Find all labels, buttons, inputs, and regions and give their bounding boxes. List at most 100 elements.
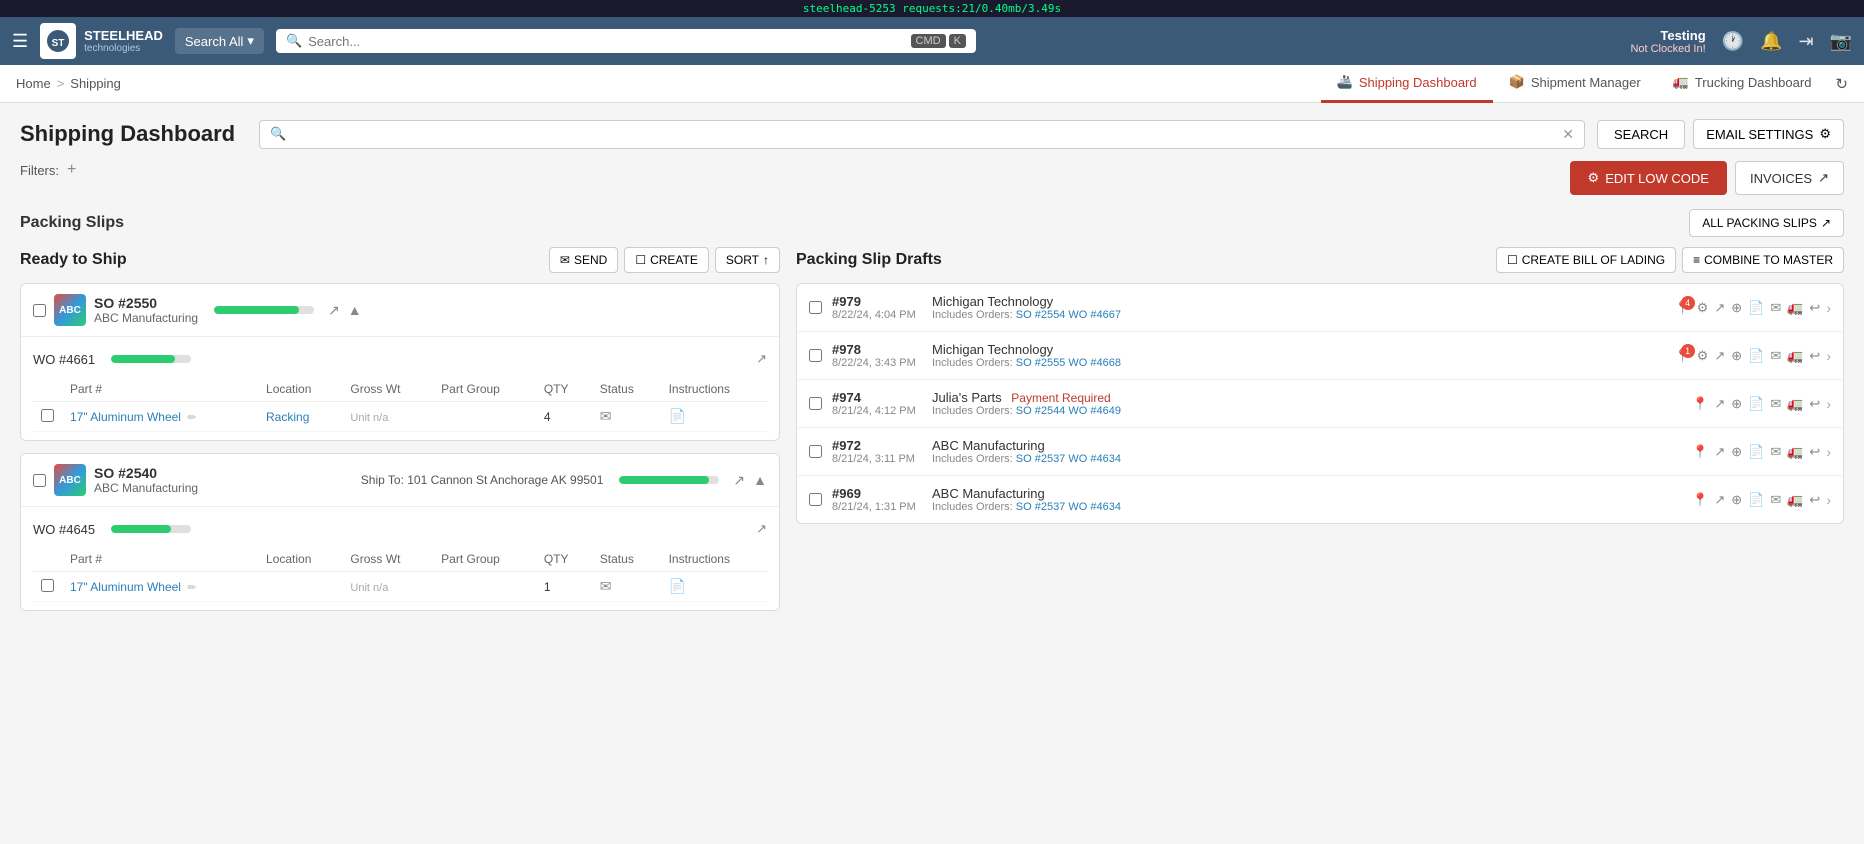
draft-969-truck-icon[interactable]: 🚛 — [1787, 492, 1803, 508]
draft-974-add-icon[interactable]: ⊕ — [1731, 396, 1742, 412]
clock-icon[interactable]: 🕐 — [1722, 31, 1744, 52]
draft-979-wo-link[interactable]: WO #4667 — [1068, 309, 1121, 321]
header-search-clear-button[interactable]: ✕ — [1562, 126, 1574, 143]
slip-2550-external-link[interactable]: ↗ — [328, 302, 340, 319]
draft-972-doc-icon[interactable]: 📄 — [1748, 444, 1764, 460]
search-all-button[interactable]: Search All ▾ — [175, 28, 264, 54]
draft-979-chevron[interactable]: › — [1826, 300, 1831, 316]
slip-2540-external-link[interactable]: ↗ — [733, 472, 745, 489]
draft-979-add-icon[interactable]: ⊕ — [1731, 300, 1742, 316]
draft-978-wo-link[interactable]: WO #4668 — [1068, 357, 1121, 369]
send-button[interactable]: ✉ SEND — [549, 247, 618, 273]
draft-974-wo-link[interactable]: WO #4649 — [1068, 405, 1121, 417]
wo-4645-external-link[interactable]: ↗ — [756, 521, 767, 537]
global-search-input[interactable] — [308, 34, 904, 49]
add-filter-button[interactable]: + — [67, 161, 76, 179]
create-bill-of-lading-button[interactable]: ☐ CREATE BILL OF LADING — [1496, 247, 1676, 273]
draft-979-filter-icon[interactable]: ⚙ — [1697, 300, 1709, 316]
draft-972-external-icon[interactable]: ↗ — [1714, 444, 1725, 460]
draft-969-checkbox[interactable] — [809, 493, 822, 506]
draft-979-doc-icon[interactable]: 📄 — [1748, 300, 1764, 316]
part-edit-icon[interactable]: ✏ — [187, 582, 196, 594]
draft-979-external-icon[interactable]: ↗ — [1714, 300, 1725, 316]
draft-979-undo-icon[interactable]: ↩ — [1809, 300, 1820, 316]
invoices-button[interactable]: INVOICES ↗ — [1735, 161, 1844, 195]
draft-974-so-link[interactable]: SO #2544 — [1016, 405, 1066, 417]
all-packing-slips-button[interactable]: ALL PACKING SLIPS ↗ — [1689, 209, 1844, 237]
email-settings-button[interactable]: EMAIL SETTINGS ⚙ — [1693, 119, 1844, 149]
sort-button[interactable]: SORT ↑ — [715, 247, 780, 273]
draft-978-add-icon[interactable]: ⊕ — [1731, 348, 1742, 364]
draft-979-truck-icon[interactable]: 🚛 — [1787, 300, 1803, 316]
draft-969-location-icon[interactable]: 📍 — [1692, 492, 1708, 508]
draft-974-truck-icon[interactable]: 🚛 — [1787, 396, 1803, 412]
logout-icon[interactable]: ⇥ — [1798, 31, 1813, 52]
draft-972-add-icon[interactable]: ⊕ — [1731, 444, 1742, 460]
draft-978-location-icon[interactable]: 📍 1 — [1674, 348, 1690, 364]
draft-978-checkbox[interactable] — [809, 349, 822, 362]
part-row-checkbox[interactable] — [41, 579, 54, 592]
draft-979-so-link[interactable]: SO #2554 — [1016, 309, 1066, 321]
location-link[interactable]: Racking — [266, 410, 309, 424]
draft-969-undo-icon[interactable]: ↩ — [1809, 492, 1820, 508]
part-link[interactable]: 17" Aluminum Wheel — [70, 580, 181, 594]
camera-icon[interactable]: 📷 — [1830, 31, 1852, 52]
draft-974-undo-icon[interactable]: ↩ — [1809, 396, 1820, 412]
draft-974-checkbox[interactable] — [809, 397, 822, 410]
draft-974-chevron[interactable]: › — [1826, 396, 1831, 412]
draft-978-so-link[interactable]: SO #2555 — [1016, 357, 1066, 369]
draft-978-chevron[interactable]: › — [1826, 348, 1831, 364]
tab-trucking-dashboard[interactable]: 🚛 Trucking Dashboard — [1657, 65, 1828, 103]
draft-978-filter-icon[interactable]: ⚙ — [1697, 348, 1709, 364]
breadcrumb-home[interactable]: Home — [16, 76, 51, 91]
search-button[interactable]: SEARCH — [1597, 120, 1685, 149]
draft-969-add-icon[interactable]: ⊕ — [1731, 492, 1742, 508]
part-row-checkbox[interactable] — [41, 409, 54, 422]
create-button[interactable]: ☐ CREATE — [624, 247, 709, 273]
draft-972-location-icon[interactable]: 📍 — [1692, 444, 1708, 460]
draft-978-undo-icon[interactable]: ↩ — [1809, 348, 1820, 364]
draft-974-doc-icon[interactable]: 📄 — [1748, 396, 1764, 412]
draft-978-doc-icon[interactable]: 📄 — [1748, 348, 1764, 364]
draft-969-external-icon[interactable]: ↗ — [1714, 492, 1725, 508]
hamburger-menu[interactable]: ☰ — [12, 31, 28, 52]
part-edit-icon[interactable]: ✏ — [187, 412, 196, 424]
draft-979-email-icon[interactable]: ✉ — [1770, 300, 1781, 316]
wo-4661-external-link[interactable]: ↗ — [756, 351, 767, 367]
status-email-icon[interactable]: ✉ — [600, 408, 612, 424]
bell-icon[interactable]: 🔔 — [1760, 31, 1782, 52]
draft-969-email-icon[interactable]: ✉ — [1770, 492, 1781, 508]
slip-2540-collapse[interactable]: ▲ — [753, 472, 767, 488]
instructions-icon[interactable]: 📄 — [669, 408, 686, 424]
tab-shipping-dashboard[interactable]: 🚢 Shipping Dashboard — [1321, 65, 1493, 103]
part-link[interactable]: 17" Aluminum Wheel — [70, 410, 181, 424]
instructions-icon[interactable]: 📄 — [669, 578, 686, 594]
slip-2550-collapse[interactable]: ▲ — [348, 302, 362, 318]
draft-978-external-icon[interactable]: ↗ — [1714, 348, 1725, 364]
draft-978-truck-icon[interactable]: 🚛 — [1787, 348, 1803, 364]
draft-974-location-icon[interactable]: 📍 — [1692, 396, 1708, 412]
draft-972-checkbox[interactable] — [809, 445, 822, 458]
draft-969-chevron[interactable]: › — [1826, 492, 1831, 508]
draft-979-checkbox[interactable] — [809, 301, 822, 314]
combine-to-master-button[interactable]: ≡ COMBINE TO MASTER — [1682, 247, 1844, 273]
draft-972-chevron[interactable]: › — [1826, 444, 1831, 460]
refresh-button[interactable]: ↻ — [1835, 75, 1848, 93]
header-search-input[interactable] — [292, 127, 1556, 142]
draft-969-doc-icon[interactable]: 📄 — [1748, 492, 1764, 508]
draft-972-truck-icon[interactable]: 🚛 — [1787, 444, 1803, 460]
draft-972-email-icon[interactable]: ✉ — [1770, 444, 1781, 460]
status-email-icon[interactable]: ✉ — [600, 578, 612, 594]
draft-972-so-link[interactable]: SO #2537 — [1016, 453, 1066, 465]
edit-low-code-button[interactable]: ⚙ EDIT LOW CODE — [1570, 161, 1727, 195]
draft-972-wo-link[interactable]: WO #4634 — [1068, 453, 1121, 465]
draft-972-undo-icon[interactable]: ↩ — [1809, 444, 1820, 460]
slip-2550-checkbox[interactable] — [33, 304, 46, 317]
draft-974-external-icon[interactable]: ↗ — [1714, 396, 1725, 412]
draft-979-location-icon[interactable]: 📍 4 — [1674, 300, 1690, 316]
draft-969-so-link[interactable]: SO #2537 — [1016, 501, 1066, 513]
tab-shipment-manager[interactable]: 📦 Shipment Manager — [1493, 65, 1657, 103]
draft-974-email-icon[interactable]: ✉ — [1770, 396, 1781, 412]
draft-978-email-icon[interactable]: ✉ — [1770, 348, 1781, 364]
slip-2540-checkbox[interactable] — [33, 474, 46, 487]
